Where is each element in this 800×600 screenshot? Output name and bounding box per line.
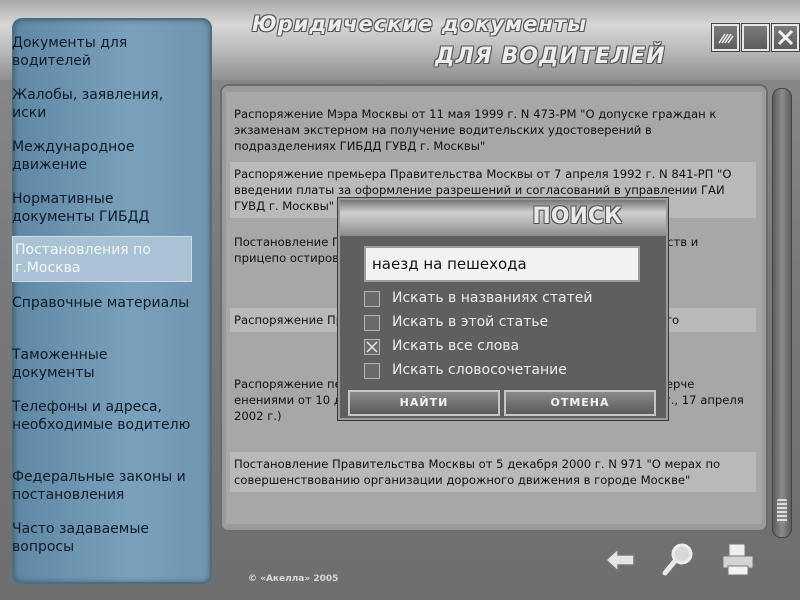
option-search-titles[interactable]: Искать в названиях статей (364, 290, 644, 308)
sidebar-item-faq[interactable]: Часто задаваемые вопросы (12, 520, 192, 556)
option-label: Искать словосочетание (392, 362, 567, 378)
list-item[interactable]: Постановление Правительства Москвы от 5 … (230, 452, 756, 492)
printer-icon (722, 543, 754, 576)
back-button[interactable] (602, 542, 638, 578)
sidebar-item-customs[interactable]: Таможенные документы (12, 346, 192, 382)
close-icon (777, 29, 794, 46)
sidebar-item-complaints[interactable]: Жалобы, заявления, иски (12, 86, 192, 122)
check-icon (366, 341, 378, 353)
option-search-article[interactable]: Искать в этой статье (364, 314, 644, 332)
minimize-icon (746, 28, 765, 47)
sidebar-item-reference[interactable]: Справочные материалы (12, 294, 192, 312)
sidebar-item-international[interactable]: Международное движение (12, 138, 192, 174)
option-label: Искать в названиях статей (392, 290, 593, 306)
sidebar-item-driver-docs[interactable]: Документы для водителей (12, 34, 192, 70)
search-dialog: ПОИСК Искать в названиях статей Искать в… (338, 198, 668, 420)
search-button[interactable] (660, 542, 696, 578)
option-phrase[interactable]: Искать словосочетание (364, 362, 644, 380)
find-button[interactable]: НАЙТИ (348, 390, 500, 416)
app-title-line1: Юридические документы (252, 12, 588, 36)
checkbox-checked[interactable] (364, 339, 380, 355)
option-label: Искать все слова (392, 338, 520, 354)
list-item[interactable]: Распоряжение Мэра Москвы от 11 мая 1999 … (230, 102, 756, 158)
search-dialog-title: ПОИСК (532, 204, 622, 229)
option-label: Искать в этой статье (392, 314, 549, 330)
arrow-left-icon (604, 547, 635, 573)
minimize-button[interactable] (742, 24, 769, 51)
checkbox[interactable] (364, 291, 380, 307)
close-button[interactable] (772, 24, 799, 51)
scroll-thumb[interactable] (777, 499, 787, 523)
sidebar-item-phones[interactable]: Телефоны и адреса, необходимые водителю (12, 398, 192, 434)
checkbox[interactable] (364, 315, 380, 331)
cancel-button[interactable]: ОТМЕНА (504, 390, 656, 416)
settings-button[interactable] (712, 24, 739, 51)
print-button[interactable] (720, 542, 756, 578)
grid-icon (718, 33, 734, 44)
copyright: © «Акелла» 2005 (248, 574, 339, 584)
sidebar-item-federal-laws[interactable]: Федеральные законы и постановления (12, 468, 192, 504)
option-all-words[interactable]: Искать все слова (364, 338, 644, 356)
search-input[interactable] (364, 246, 640, 282)
checkbox[interactable] (364, 363, 380, 379)
sidebar-item-gibdd[interactable]: Нормативные документы ГИБДД (12, 190, 192, 226)
app-title-line2: ДЛЯ ВОДИТЕЛЕЙ (435, 44, 666, 69)
magnifier-icon (662, 543, 693, 576)
scrollbar[interactable] (772, 88, 792, 538)
sidebar-item-moscow[interactable]: Постановления по г.Москва (12, 236, 192, 282)
